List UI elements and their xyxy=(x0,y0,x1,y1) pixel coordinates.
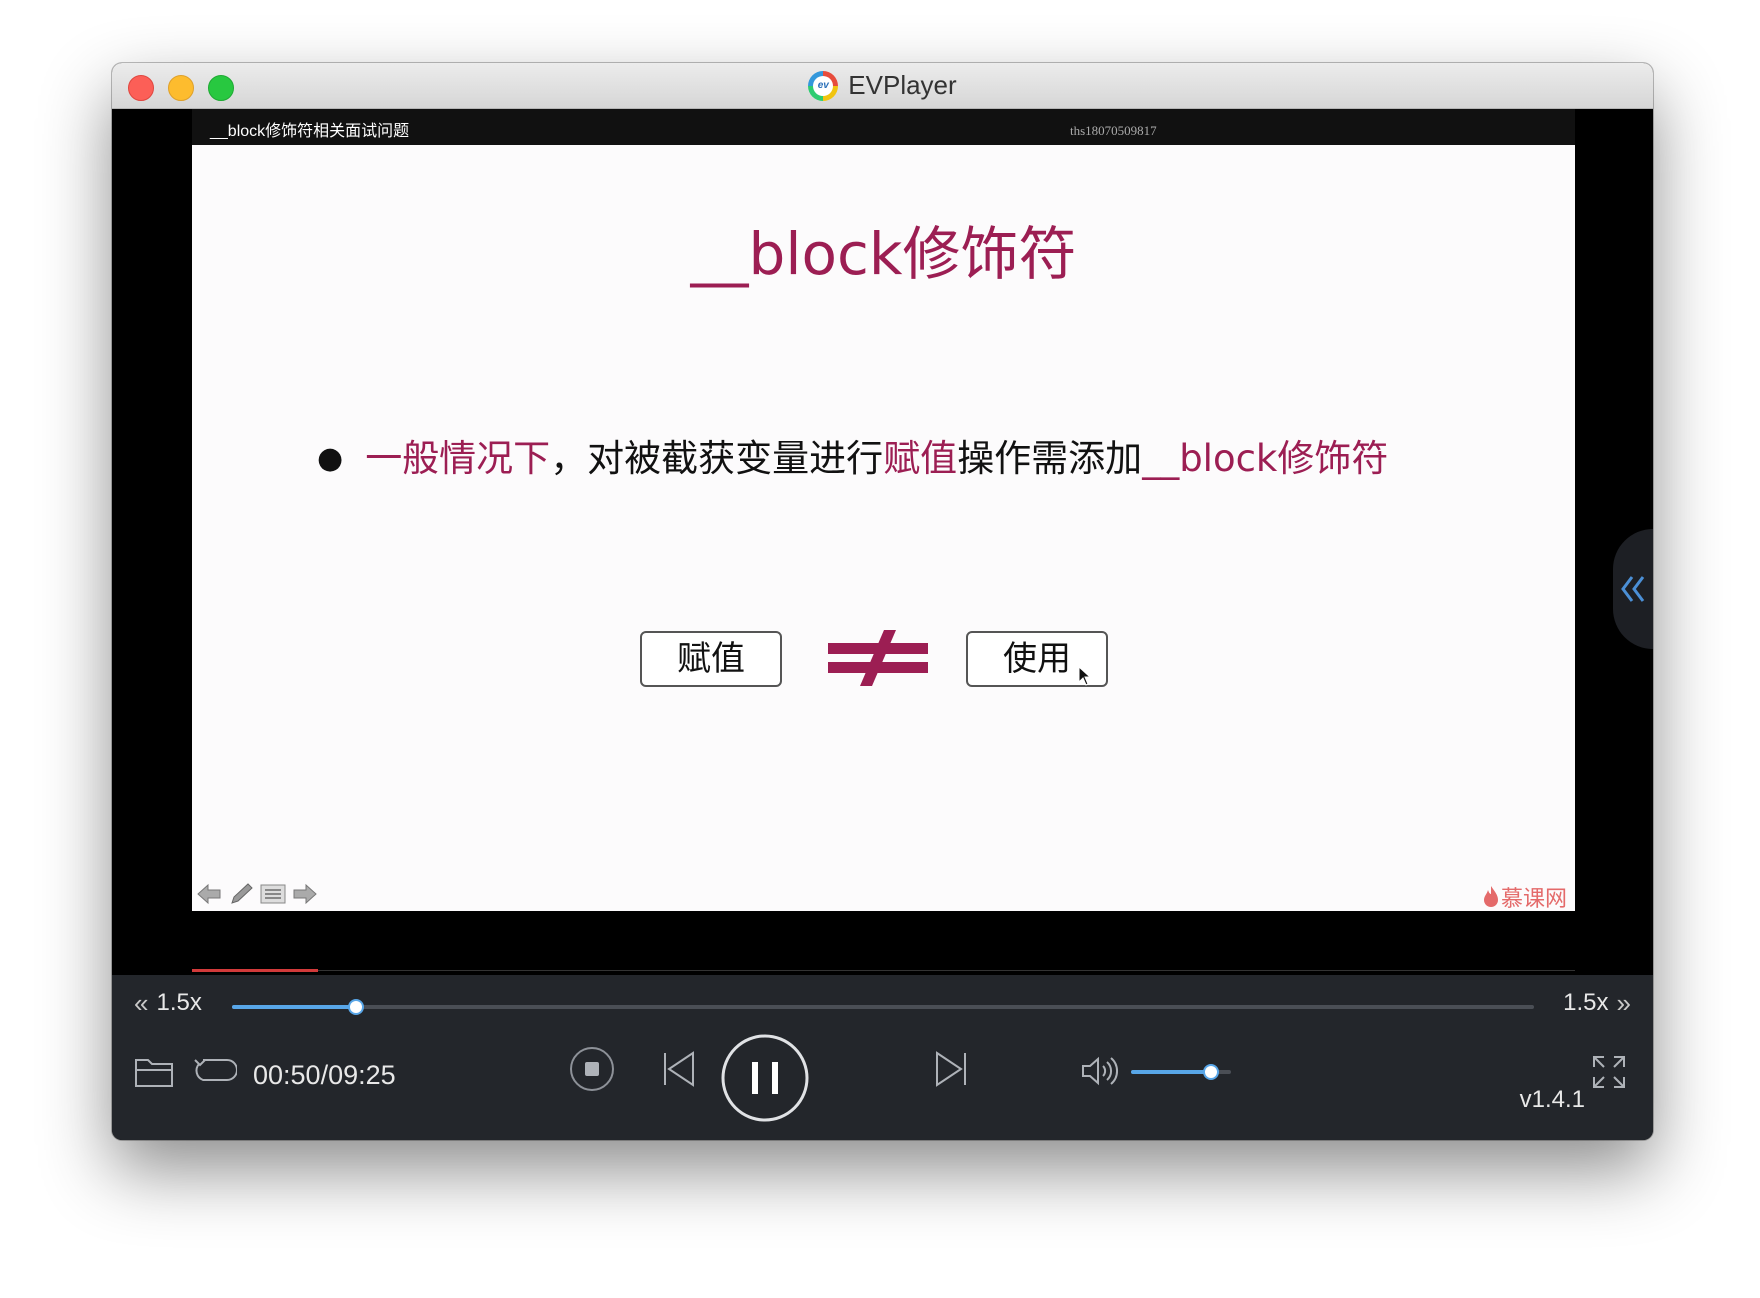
double-chevron-left-icon xyxy=(1621,576,1645,602)
video-header: __block修饰符相关面试问题 ths18070509817 xyxy=(192,109,1575,145)
speed-right-label: 1.5x xyxy=(1563,989,1609,1016)
imooc-brand-text: 慕课网 xyxy=(1500,887,1567,912)
player-window: ev EVPlayer __block修饰符相关面试问题 ths18070509… xyxy=(112,63,1653,1140)
slide-prev-arrow-icon[interactable] xyxy=(196,883,222,905)
assign-box: 赋值 xyxy=(640,631,782,687)
imooc-watermark: 慕课网 xyxy=(1483,881,1567,913)
loop-icon[interactable] xyxy=(193,1056,237,1086)
volume-slider[interactable] xyxy=(1131,1066,1231,1078)
volume-icon[interactable] xyxy=(1080,1055,1122,1087)
slide-menu-icon[interactable] xyxy=(260,883,286,905)
seek-knob[interactable] xyxy=(349,1001,362,1013)
fullscreen-icon[interactable] xyxy=(1592,1055,1626,1089)
next-track-button[interactable] xyxy=(931,1049,971,1089)
open-folder-icon[interactable] xyxy=(134,1054,174,1088)
title-bar[interactable]: ev EVPlayer xyxy=(112,63,1653,109)
slide: __block修饰符 ● 一般情况下，对被截获变量进行赋值操作需添加__block… xyxy=(192,145,1575,913)
speed-down-chevron-icon[interactable]: « xyxy=(134,990,148,1016)
speed-up-chevron-icon[interactable]: » xyxy=(1617,990,1631,1016)
seek-fill xyxy=(232,1005,356,1009)
time-display: 00:50/09:25 xyxy=(253,1060,396,1090)
mouse-cursor-icon xyxy=(1078,666,1092,686)
video-track-line xyxy=(318,970,1575,971)
previous-track-button[interactable] xyxy=(659,1049,699,1089)
slide-next-arrow-icon[interactable] xyxy=(292,883,318,905)
slide-bullet: ● 一般情况下，对被截获变量进行赋值操作需添加__block修饰符 xyxy=(317,428,1388,482)
speed-down-control[interactable]: « 1.5x xyxy=(134,989,202,1017)
bullet-part-5: __block修饰符 xyxy=(1142,437,1389,480)
video-area[interactable]: __block修饰符相关面试问题 ths18070509817 __block修… xyxy=(112,109,1653,975)
volume-fill xyxy=(1131,1070,1211,1074)
bullet-part-3: 赋值 xyxy=(883,437,958,480)
bullet-part-4: 操作需添加 xyxy=(957,437,1143,480)
evplayer-app-icon: ev xyxy=(808,70,839,101)
user-watermark: ths18070509817 xyxy=(1070,123,1157,138)
pause-button[interactable] xyxy=(720,1033,810,1123)
stop-button[interactable] xyxy=(568,1045,616,1093)
video-title: __block修饰符相关面试问题 xyxy=(210,123,410,140)
not-equal-icon xyxy=(828,630,928,686)
video-played-bar xyxy=(192,969,318,972)
bullet-dot-icon: ● xyxy=(317,441,344,476)
seek-slider[interactable] xyxy=(232,1001,1534,1013)
slide-nav-toolbar xyxy=(196,883,318,905)
bullet-part-2: ，对被截获变量进行 xyxy=(550,437,884,480)
slide-title: __block修饰符 xyxy=(690,220,1077,288)
slide-pen-icon[interactable] xyxy=(228,883,254,905)
window-title: EVPlayer xyxy=(848,70,957,100)
control-bar: « 1.5x 1.5x » 00:50/09:25 v1.4.1 xyxy=(112,975,1653,1140)
version-label: v1.4.1 xyxy=(1519,1086,1585,1113)
window-title-group: ev EVPlayer xyxy=(112,63,1653,108)
side-panel-toggle[interactable] xyxy=(1613,529,1653,649)
speed-left-label: 1.5x xyxy=(156,989,202,1016)
speed-up-control[interactable]: 1.5x » xyxy=(1563,989,1631,1017)
bullet-part-1: 一般情况下 xyxy=(365,437,551,480)
flame-logo-icon xyxy=(1483,886,1498,907)
volume-knob[interactable] xyxy=(1205,1066,1217,1078)
